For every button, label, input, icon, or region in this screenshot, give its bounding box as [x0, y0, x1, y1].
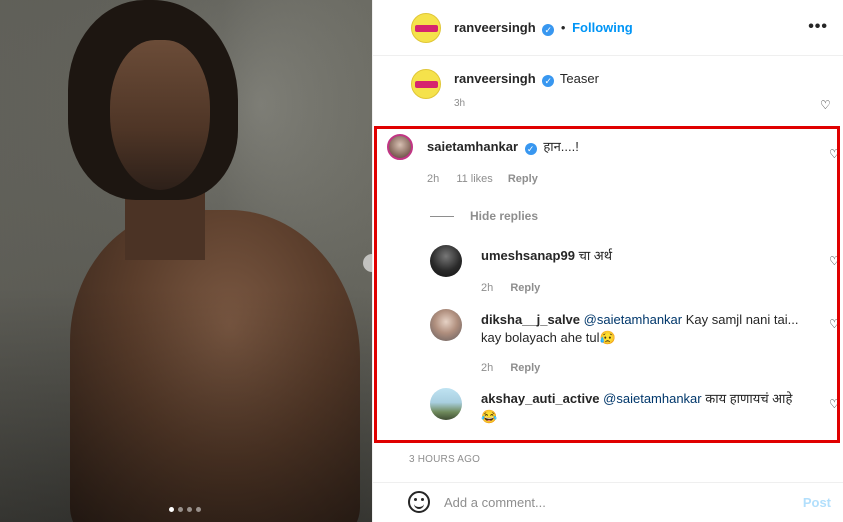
verified-icon: ✓ [542, 75, 555, 87]
author-avatar[interactable] [411, 13, 441, 43]
author-username[interactable]: ranveersingh [454, 20, 536, 35]
carousel-dot [196, 507, 201, 512]
post-photo[interactable] [0, 0, 372, 522]
caption-time: 3h [454, 98, 466, 109]
emoji-icon[interactable] [408, 491, 430, 513]
more-options-icon[interactable]: ••• [808, 18, 828, 36]
caption: ranveersingh ✓ Teaser 3h ♡ [373, 56, 843, 124]
verified-icon: ✓ [542, 24, 555, 36]
photo-shade [0, 0, 372, 522]
post-time: 3 HOURS AGO [409, 454, 481, 465]
carousel-dot [169, 507, 174, 512]
caption-text: Teaser [559, 71, 599, 86]
comment-input[interactable]: Add a comment... [444, 495, 546, 510]
highlight-box [374, 126, 840, 443]
header-separator: • [560, 20, 566, 35]
following-button[interactable]: Following [572, 20, 633, 35]
comment-bar: Add a comment... Post [372, 482, 843, 522]
carousel-dots [169, 507, 201, 512]
caption-username[interactable]: ranveersingh [454, 71, 536, 86]
heart-icon[interactable]: ♡ [820, 98, 831, 112]
post-button[interactable]: Post [803, 495, 831, 510]
post-header: ranveersingh ✓ • Following ••• [373, 0, 843, 56]
carousel-dot [178, 507, 183, 512]
carousel-dot [187, 507, 192, 512]
caption-avatar[interactable] [411, 69, 441, 99]
